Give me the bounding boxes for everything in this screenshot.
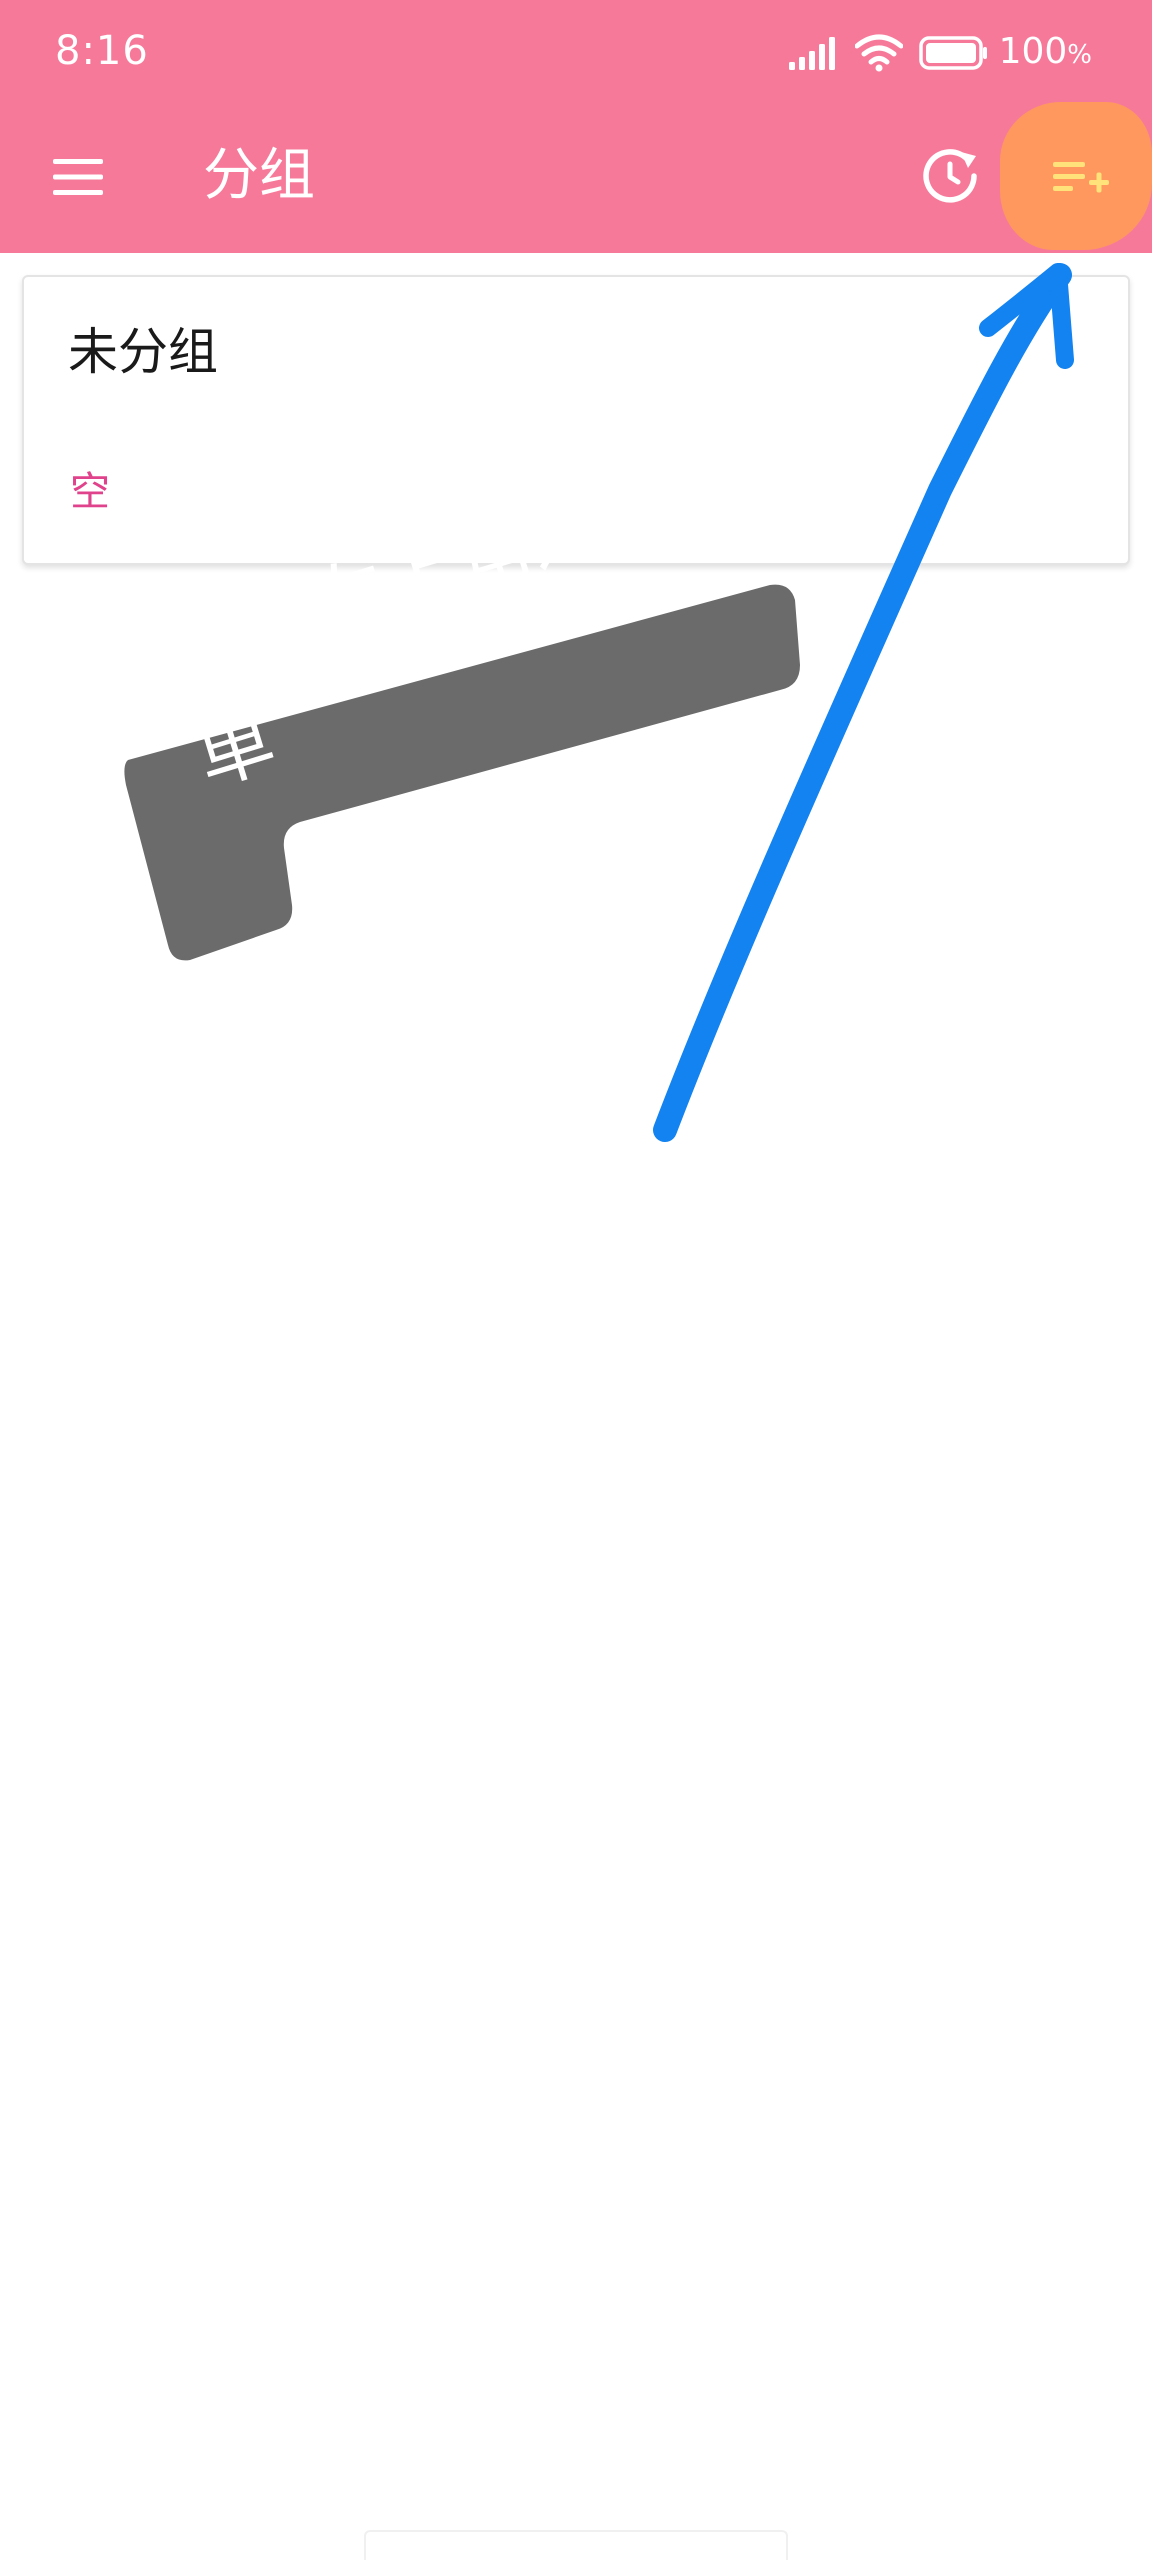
status-bar: 8:16 100% (0, 0, 1152, 100)
cellular-signal-icon (788, 37, 835, 70)
hamburger-menu-icon (53, 159, 103, 195)
toolbar: 分组 (0, 100, 1152, 253)
status-indicators: 100% (773, 28, 1092, 78)
menu-button[interactable] (40, 139, 116, 215)
battery-value: 100 (998, 30, 1068, 72)
add-group-button[interactable] (1010, 108, 1152, 248)
wifi-icon (854, 34, 903, 72)
battery-percent: 100% (999, 27, 1092, 80)
bottom-handle (364, 2530, 788, 2560)
group-name: 未分组 (68, 323, 218, 381)
battery-icon (918, 36, 987, 70)
battery-unit: % (1067, 39, 1092, 70)
group-empty-status: 空 (70, 469, 110, 515)
history-button[interactable] (910, 136, 990, 216)
page-title: 分组 (203, 143, 315, 208)
status-time: 8:16 (55, 28, 149, 74)
history-icon (923, 149, 977, 203)
playlist-add-icon (1053, 162, 1109, 193)
app-bar: 8:16 100% 分组 (0, 0, 1152, 253)
